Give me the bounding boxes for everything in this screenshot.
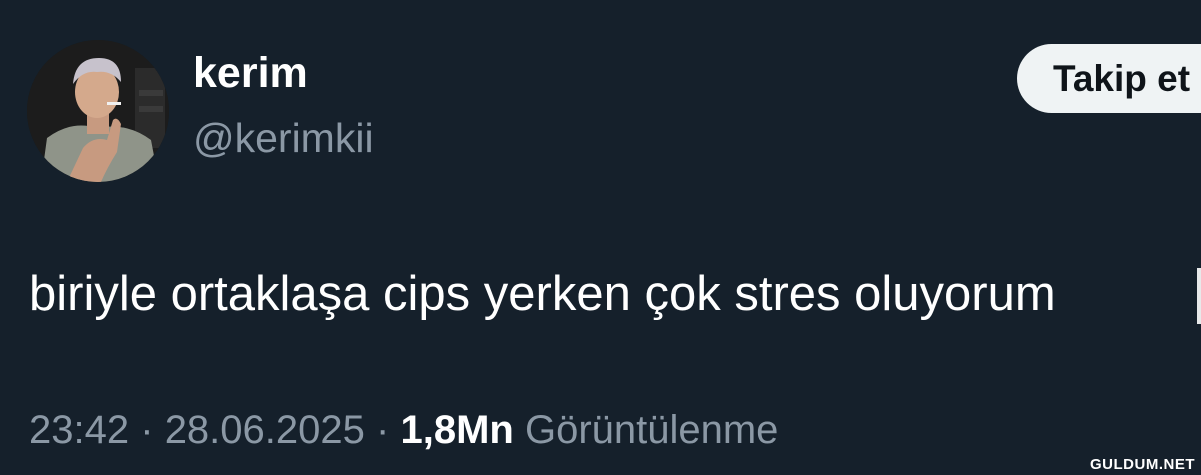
scroll-edge [1197, 268, 1201, 324]
tweet-meta: 23:42 · 28.06.2025 · 1,8Mn Görüntülenme [29, 410, 778, 450]
meta-separator: · [376, 408, 390, 452]
display-name[interactable]: kerim [193, 52, 308, 95]
meta-separator: · [140, 408, 154, 452]
views-count[interactable]: 1,8Mn [400, 408, 513, 452]
avatar-photo [27, 40, 169, 182]
avatar[interactable] [27, 40, 169, 182]
follow-button-label: Takip et [1053, 57, 1191, 99]
tweet-date[interactable]: 28.06.2025 [165, 408, 365, 452]
watermark-logo: GULDUM.NET [1090, 456, 1195, 473]
follow-button[interactable]: Takip et [1017, 44, 1201, 113]
tweet-time[interactable]: 23:42 [29, 408, 129, 452]
views-label: Görüntülenme [524, 408, 779, 452]
user-handle[interactable]: @kerimkii [193, 118, 374, 159]
tweet-text: biriyle ortaklaşa cips yerken çok stres … [29, 267, 1056, 321]
